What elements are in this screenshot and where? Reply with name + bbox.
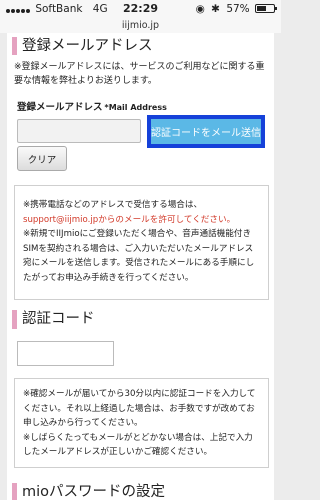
email-label-sub: *Mail Address: [104, 103, 167, 112]
status-right: ◉ ✱ 57%: [195, 3, 277, 15]
send-code-button[interactable]: 認証コードをメール送信: [147, 115, 265, 148]
battery-percent: 57%: [226, 3, 250, 15]
battery-icon: [255, 4, 277, 13]
email-label-text: 登録メールアドレス: [17, 102, 103, 113]
password-section-title: mioパスワードの設定: [12, 483, 165, 500]
notice-support-email: support@iijmio.jpからのメールを許可してください。: [23, 214, 236, 225]
page-content: 登録メールアドレス ※登録メールアドレスには、サービスのご利用などに関する重要な…: [7, 33, 274, 500]
notice-line: ※新規でIIJmioにご登録いただく場合や、音声通話機能付きSIMを契約される場…: [23, 229, 255, 283]
url-bar[interactable]: iijmio.jp: [0, 20, 281, 33]
email-field-label: 登録メールアドレス *Mail Address: [17, 99, 167, 113]
email-description: ※登録メールアドレスには、サービスのご利用などに関する重要な情報を弊社よりお送り…: [14, 62, 265, 86]
status-bar: SoftBank 4G 22:29 ◉ ✱ 57%: [0, 0, 281, 20]
notice-line: ※しばらくたってもメールがとどかない場合は、上記で入力したメールアドレスが正しい…: [23, 432, 253, 458]
verification-code-input[interactable]: [17, 341, 114, 366]
notice-line: ※確認メールが届いてから30分以内に認証コードを入力してください。それ以上経過し…: [23, 389, 256, 428]
bluetooth-icon: ✱: [211, 3, 220, 15]
email-field[interactable]: [17, 119, 141, 143]
location-icon: ◉: [195, 3, 205, 15]
code-notice-box: ※確認メールが届いてから30分以内に認証コードを入力してください。それ以上経過し…: [14, 378, 269, 468]
email-notice-box: ※携帯電話などのアドレスで受信する場合は、 support@iijmio.jpか…: [14, 185, 269, 300]
notice-line: ※携帯電話などのアドレスで受信する場合は、: [23, 200, 203, 210]
email-section-title: 登録メールアドレス: [12, 37, 153, 55]
clear-button[interactable]: クリア: [17, 146, 67, 171]
code-section-title: 認証コード: [12, 310, 95, 329]
